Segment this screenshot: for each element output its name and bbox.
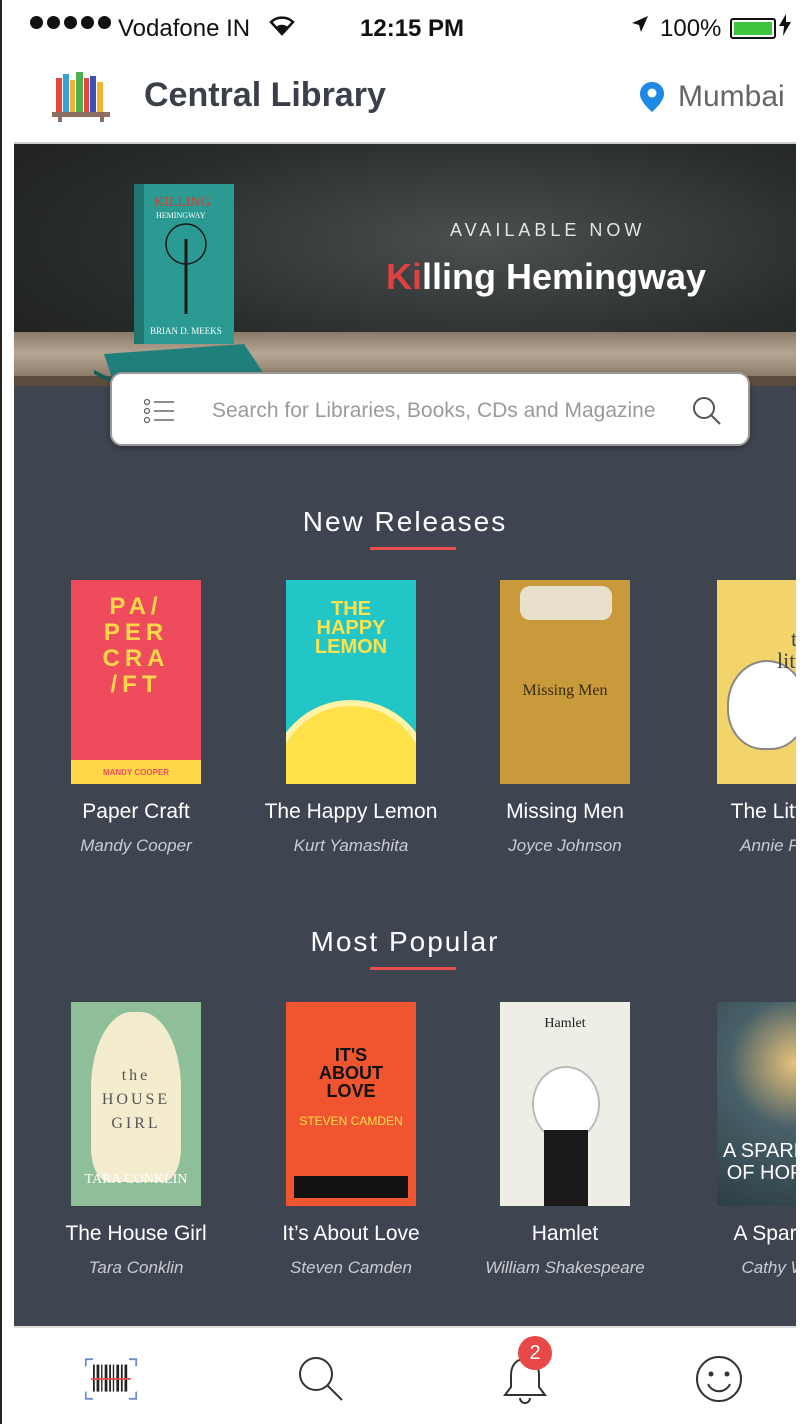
bottom-navigation: 2 — [14, 1326, 796, 1424]
svg-text:KILLING: KILLING — [154, 195, 211, 210]
status-time: 12:15 PM — [360, 15, 465, 42]
barcode-scanner-icon — [84, 1358, 138, 1400]
book-title: A Spark of — [733, 1222, 808, 1245]
smiley-face-icon — [696, 1356, 742, 1402]
book-author: Kurt Yamashita — [293, 836, 409, 855]
app-screen: Vodafone IN 12:15 PM 100% Central Librar… — [0, 0, 810, 1424]
battery-icon — [730, 18, 776, 39]
book-author: Mandy Cooper — [80, 836, 192, 855]
carrier-name: Vodafone IN — [118, 15, 251, 42]
book-cover[interactable]: the HOUSE GIRL TARA CONKLIN — [71, 1002, 201, 1206]
status-bar: Vodafone IN 12:15 PM 100% — [14, 0, 796, 58]
notification-badge: 2 — [518, 1336, 552, 1370]
location-arrow-icon — [630, 14, 650, 40]
book-author: Tara Conklin — [88, 1258, 184, 1277]
book-author: Joyce Johnson — [508, 836, 622, 855]
battery-percent: 100% — [660, 15, 722, 42]
charging-icon — [779, 14, 791, 42]
wifi-icon — [268, 12, 296, 43]
svg-text:BRIAN D. MEEKS: BRIAN D. MEEKS — [150, 326, 222, 336]
book-title: The House Girl — [65, 1222, 207, 1245]
book-author: William Shakespeare — [485, 1258, 645, 1277]
book-title: The Happy Lemon — [264, 800, 438, 823]
banner-tagline: AVAILABLE NOW — [450, 220, 646, 240]
book-author: Cathy Wilk — [741, 1258, 810, 1277]
book-cover[interactable]: Missing Men — [500, 580, 630, 784]
search-icon[interactable] — [692, 396, 722, 426]
book-title: Hamlet — [531, 1222, 599, 1245]
banner-book-title: Killing Hemingway — [386, 256, 707, 297]
book-author: Steven Camden — [290, 1258, 412, 1277]
book-cover[interactable]: A SPARK OF HOP — [717, 1002, 796, 1206]
signal-strength-icon — [30, 16, 111, 29]
book-item[interactable]: the littlest bi The Littlest Annie F Gil — [682, 580, 806, 856]
app-title: Central Library — [144, 76, 386, 114]
book-item[interactable]: PA/ PER CRA /FT MANDY COOPER Paper Craft… — [36, 580, 236, 856]
library-logo-icon — [52, 72, 110, 122]
book-author: Annie F Gil — [740, 836, 799, 855]
book-cover[interactable]: Hamlet — [500, 1002, 630, 1206]
nav-search-button[interactable] — [294, 1352, 348, 1406]
book-cover[interactable]: the littlest bi — [717, 580, 796, 784]
featured-banner[interactable]: KILLING HEMINGWAY BRIAN D. MEEKS AVAILAB… — [14, 144, 796, 386]
book-title: Paper Craft — [82, 800, 190, 823]
book-item[interactable]: A SPARK OF HOP A Spark of Cathy Wilk — [682, 1002, 810, 1278]
nav-profile-button[interactable] — [692, 1352, 746, 1406]
book-cover[interactable]: IT'S ABOUT LOVE STEVEN CAMDEN — [286, 1002, 416, 1206]
book-title: Missing Men — [506, 800, 624, 823]
svg-text:HEMINGWAY: HEMINGWAY — [156, 211, 206, 220]
book-title: The Littlest — [730, 800, 806, 823]
location-selector[interactable]: Mumbai — [678, 80, 785, 114]
search-icon — [299, 1357, 343, 1401]
book-item[interactable]: IT'S ABOUT LOVE STEVEN CAMDEN It’s About… — [251, 1002, 451, 1278]
filter-list-icon[interactable] — [144, 398, 174, 424]
app-header: Central Library Mumbai — [14, 58, 796, 144]
book-item[interactable]: Missing Men Missing Men Joyce Johnson — [465, 580, 665, 856]
book-cover[interactable]: PA/ PER CRA /FT MANDY COOPER — [71, 580, 201, 784]
book-cover[interactable]: THE HAPPY LEMON — [286, 580, 416, 784]
book-item[interactable]: Hamlet Hamlet William Shakespeare — [465, 1002, 665, 1278]
section-title-most-popular: Most Popular — [310, 926, 500, 957]
search-input[interactable] — [212, 392, 672, 430]
book-title: It’s About Love — [282, 1222, 420, 1245]
section-title-new-releases: New Releases — [302, 506, 508, 537]
book-item[interactable]: THE HAPPY LEMON The Happy Lemon Kurt Yam… — [251, 580, 451, 856]
search-bar — [110, 372, 750, 446]
nav-scan-button[interactable] — [84, 1352, 138, 1406]
location-pin-icon[interactable] — [640, 82, 664, 112]
book-item[interactable]: the HOUSE GIRL TARA CONKLIN The House Gi… — [36, 1002, 236, 1278]
featured-book-image: KILLING HEMINGWAY BRIAN D. MEEKS — [94, 184, 264, 384]
